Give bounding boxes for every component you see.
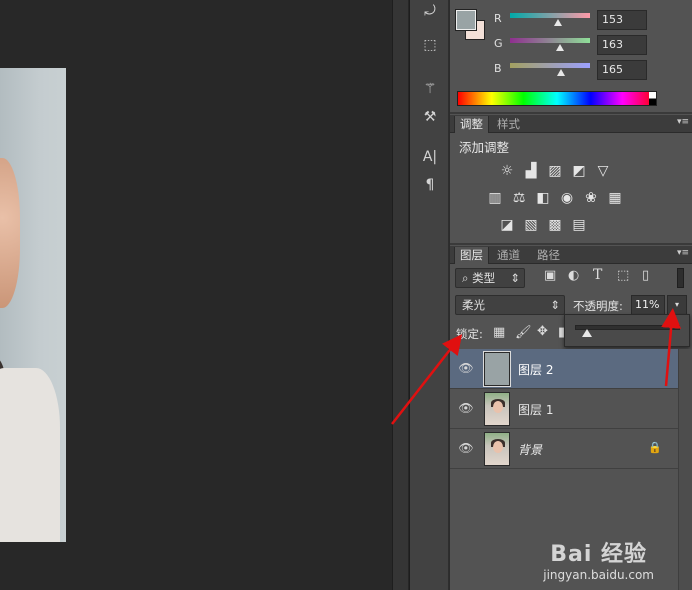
layer-filter-select[interactable]: ⌕ 类型 ⇕ [455, 268, 525, 288]
layer-name[interactable]: 背景 [518, 441, 542, 458]
panel-menu-icon[interactable]: ▾≡ [677, 117, 689, 127]
lock-image-icon[interactable]: 🖌 [515, 325, 532, 340]
color-panel: R 153 G 163 B 165 [450, 0, 692, 114]
filter-toggle-switch[interactable] [677, 268, 684, 288]
filter-adjustment-icon[interactable]: ◐ [568, 268, 579, 283]
blend-mode-select[interactable]: 柔光 ⇕ [455, 295, 565, 315]
layers-panel-menu-icon[interactable]: ▾≡ [677, 248, 689, 258]
red-slider[interactable] [510, 13, 590, 18]
lock-label: 锁定: [456, 327, 483, 341]
paragraph-icon[interactable]: ¶ [418, 174, 442, 196]
green-slider-thumb[interactable] [556, 44, 564, 51]
filter-pixel-icon[interactable]: ▣ [544, 268, 556, 283]
brush-presets-icon[interactable]: ⚚ [418, 78, 442, 100]
green-channel-label: G [494, 37, 503, 50]
canvas-photo [0, 68, 66, 542]
chevron-updown-icon: ⇕ [510, 271, 520, 285]
visibility-eye-icon[interactable]: 👁 [458, 401, 474, 417]
adjustments-tabbar: 调整 样式 ▾≡ [450, 115, 692, 133]
blue-slider[interactable] [510, 63, 590, 68]
adjustments-panel: 调整 样式 ▾≡ 添加调整 ☼ ▟ ▨ ◩ ▽ ▥ ⚖ ◧ ◉ ❀ ▦ ◪ ▧ … [450, 115, 692, 245]
blue-channel-label: B [494, 62, 502, 75]
curves-icon[interactable]: ▨ [546, 162, 564, 180]
green-slider[interactable] [510, 38, 590, 43]
lock-transparent-icon[interactable]: ▦ [493, 325, 505, 340]
photo-filter-icon[interactable]: ◉ [558, 189, 576, 207]
tab-adjustments[interactable]: 调整 [454, 116, 489, 133]
red-value-field[interactable]: 153 [597, 10, 647, 30]
filter-type-icon[interactable]: T [593, 267, 602, 283]
exposure-icon[interactable]: ◩ [570, 162, 588, 180]
panel-tool-strip: ⤾ ⬚ ⚚ ⚒ A| ¶ [409, 0, 449, 590]
black-white-icon[interactable]: ◧ [534, 189, 552, 207]
vibrance-icon[interactable]: ▽ [594, 162, 612, 180]
watermark-logo: Bai 经验 [550, 542, 648, 567]
search-icon: ⌕ [462, 271, 473, 285]
filter-smartobject-icon[interactable]: ▯ [642, 268, 649, 283]
threshold-icon[interactable]: ▩ [546, 216, 564, 234]
visibility-eye-icon[interactable]: 👁 [458, 441, 474, 457]
character-icon[interactable]: A| [418, 146, 442, 168]
layers-scrollbar[interactable] [678, 349, 692, 590]
layer-row[interactable]: 👁 图层 2 [450, 349, 678, 389]
chevron-updown-icon: ⇕ [550, 298, 560, 312]
layer-name[interactable]: 图层 2 [518, 361, 553, 378]
lock-icon: 🔒 [648, 441, 662, 454]
history-icon[interactable]: ⤾ [418, 0, 442, 22]
right-panels: R 153 G 163 B 165 调整 样式 ▾≡ 添加调整 ☼ ▟ ▨ ◩ … [449, 0, 692, 590]
filter-shape-icon[interactable]: ⬚ [617, 268, 629, 283]
color-spectrum-bar[interactable] [457, 91, 657, 106]
opacity-dropdown-button[interactable]: ▾ [667, 295, 687, 315]
lock-position-icon[interactable]: ✥ [537, 324, 548, 339]
layer-row[interactable]: 👁 图层 1 [450, 389, 678, 429]
opacity-label: 不透明度: [573, 299, 623, 313]
3d-icon[interactable]: ⬚ [418, 34, 442, 56]
opacity-input[interactable]: 11% [631, 295, 665, 315]
hue-saturation-icon[interactable]: ▥ [486, 189, 504, 207]
tab-paths[interactable]: 路径 [532, 247, 565, 264]
panel-divider [392, 0, 408, 590]
posterize-icon[interactable]: ▧ [522, 216, 540, 234]
layer-row[interactable]: 👁 背景 🔒 [450, 429, 678, 469]
visibility-eye-icon[interactable]: 👁 [458, 361, 474, 377]
levels-icon[interactable]: ▟ [522, 162, 540, 180]
blend-mode-value: 柔光 [462, 298, 485, 312]
opacity-slider-thumb[interactable] [581, 329, 592, 337]
green-value-field[interactable]: 163 [597, 35, 647, 55]
layers-tabbar: 图层 通道 路径 ▾≡ [450, 246, 692, 264]
tab-styles[interactable]: 样式 [492, 116, 525, 133]
layer-thumbnail [484, 432, 510, 466]
gradient-map-icon[interactable]: ▤ [570, 216, 588, 234]
red-channel-label: R [494, 12, 502, 25]
tab-channels[interactable]: 通道 [492, 247, 525, 264]
color-lookup-icon[interactable]: ▦ [606, 189, 624, 207]
tool-presets-icon[interactable]: ⚒ [418, 106, 442, 128]
layer-name[interactable]: 图层 1 [518, 401, 553, 418]
blue-value-field[interactable]: 165 [597, 60, 647, 80]
adjustments-title: 添加调整 [459, 140, 510, 155]
layer-thumbnail [483, 351, 511, 387]
opacity-popup [564, 314, 690, 347]
layer-thumbnail [484, 392, 510, 426]
watermark-url: jingyan.baidu.com [543, 568, 654, 582]
invert-icon[interactable]: ◪ [498, 216, 516, 234]
blue-slider-thumb[interactable] [557, 69, 565, 76]
tab-layers[interactable]: 图层 [454, 247, 489, 264]
baidu-watermark: Bai 经验 jingyan.baidu.com [543, 536, 654, 582]
foreground-color-swatch[interactable] [455, 9, 477, 31]
document-canvas[interactable] [0, 0, 392, 590]
channel-mixer-icon[interactable]: ❀ [582, 189, 600, 207]
red-slider-thumb[interactable] [554, 19, 562, 26]
brightness-contrast-icon[interactable]: ☼ [498, 162, 516, 180]
layer-filter-label: 类型 [472, 271, 496, 285]
color-balance-icon[interactable]: ⚖ [510, 189, 528, 207]
